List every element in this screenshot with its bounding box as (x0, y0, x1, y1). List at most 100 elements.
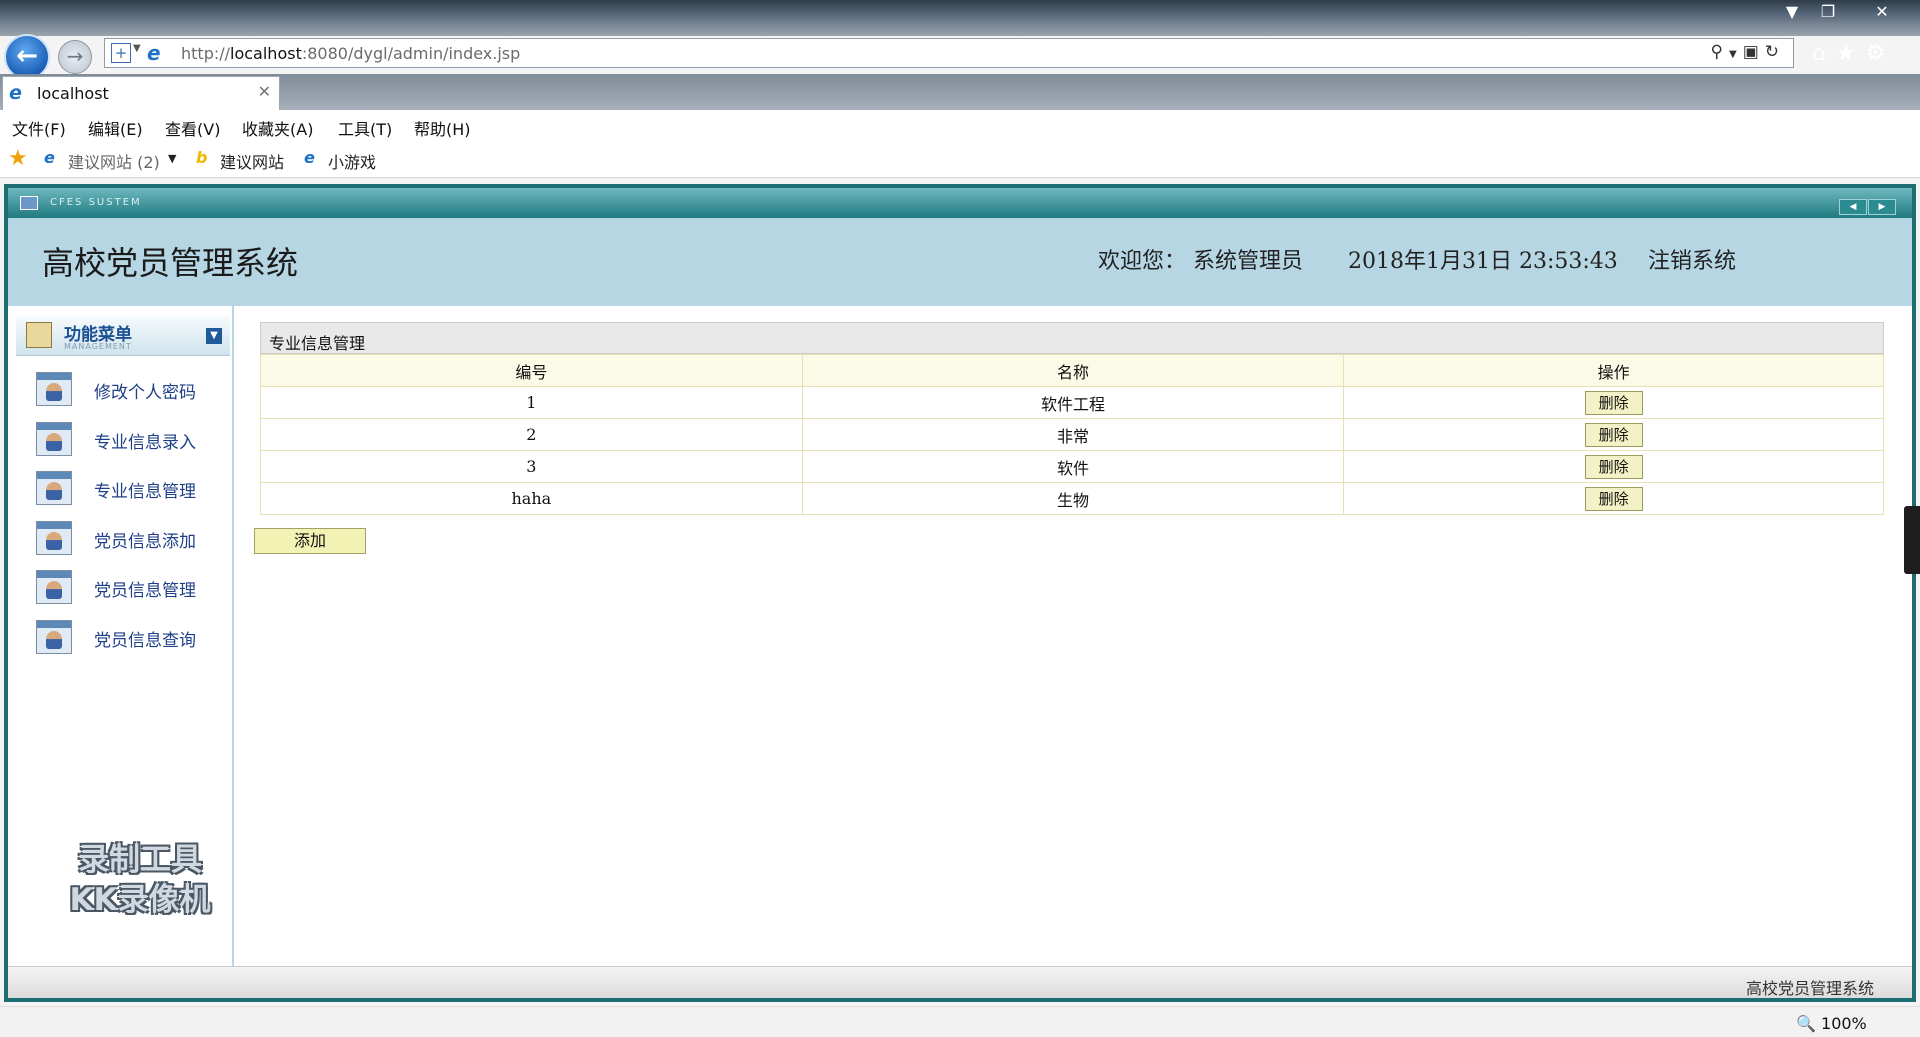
menu-view[interactable]: 查看(V) (165, 116, 220, 140)
app-footer: 高校党员管理系统 (8, 966, 1912, 998)
zoom-level[interactable]: 🔍 100% (1796, 1014, 1867, 1033)
suggested-sites-link[interactable]: 建议网站 (220, 149, 284, 173)
menu-tools[interactable]: 工具(T) (338, 116, 392, 140)
address-tools: ⚲▼▣↻ (1711, 42, 1785, 62)
footer-text: 高校党员管理系统 (1745, 979, 1874, 998)
arrow-right-icon: → (66, 44, 84, 68)
menu-bar: 文件(F) 编辑(E) 查看(V) 收藏夹(A) 工具(T) 帮助(H) (0, 110, 1920, 140)
compat-view-icon[interactable]: ▣ (1743, 42, 1765, 62)
chevron-down-icon[interactable]: ▼ (168, 152, 176, 165)
user-card-icon (36, 471, 72, 505)
sidebar-item-member-management[interactable]: 党员信息管理 (36, 568, 226, 608)
user-card-icon (36, 620, 72, 654)
recorder-watermark: 录制工具 KK录像机 (40, 840, 240, 920)
sidebar-item-label: 党员信息管理 (94, 581, 196, 601)
current-datetime: 2018年1月31日 23:53:43 (1348, 249, 1618, 274)
table-row: 1 软件工程 删除 (260, 386, 1884, 419)
sidebar-item-label: 党员信息查询 (94, 631, 196, 651)
sidebar-item-label: 专业信息管理 (94, 482, 196, 502)
menu-file[interactable]: 文件(F) (12, 116, 66, 140)
user-card-icon (36, 422, 72, 456)
user-card-icon (36, 570, 72, 604)
app-frame: CFES SUSTEM ◀ ▶ 高校党员管理系统 欢迎您： 系统管理员 2018年… (4, 184, 1916, 1002)
delete-button[interactable]: 删除 (1584, 390, 1643, 415)
delete-button[interactable]: 删除 (1584, 486, 1643, 511)
sidebar-item-member-query[interactable]: 党员信息查询 (36, 618, 226, 658)
cell-id: haha (260, 482, 803, 515)
cell-action: 删除 (1343, 450, 1884, 483)
mini-games-link[interactable]: 小游戏 (328, 149, 376, 173)
sidebar-item-member-add[interactable]: 党员信息添加 (36, 519, 226, 559)
delete-button[interactable]: 删除 (1584, 454, 1643, 479)
major-table: 编号 名称 操作 1 软件工程 删除 2 非常 删除 3 软件 删除 haha … (260, 354, 1884, 515)
panel-header: 专业信息管理 (260, 322, 1884, 354)
search-icon[interactable]: ⚲ (1711, 42, 1729, 62)
logout-link[interactable]: 注销系统 (1648, 243, 1736, 275)
cell-name: 软件工程 (801, 386, 1345, 419)
chevron-down-icon[interactable]: ▼ (1729, 49, 1743, 60)
sidebar-item-label: 修改个人密码 (94, 383, 196, 403)
delete-button[interactable]: 删除 (1584, 422, 1643, 447)
restore-button[interactable]: ❐ (1808, 2, 1848, 22)
cell-action: 删除 (1343, 418, 1884, 451)
bing-icon: b (196, 148, 208, 167)
close-window-button[interactable]: ✕ (1862, 2, 1902, 22)
column-header-action: 操作 (1343, 354, 1884, 387)
sidebar-item-major-management[interactable]: 专业信息管理 (36, 469, 226, 509)
ie-page-icon: e (304, 148, 315, 167)
zoom-icon: 🔍 (1796, 1014, 1816, 1033)
ie-page-icon: e (147, 41, 161, 65)
minimize-button[interactable]: ▼ (1772, 2, 1812, 22)
tab-title: localhost (37, 84, 109, 103)
cell-id: 2 (260, 418, 803, 451)
address-bar[interactable]: + ▼ e http://localhost:8080/dygl/admin/i… (104, 38, 1794, 68)
favorites-bar: ★ e 建议网站 (2) ▼ b 建议网站 e 小游戏 (0, 140, 1920, 178)
system-title: 高校党员管理系统 (42, 244, 299, 282)
monitor-icon (20, 196, 38, 210)
url-text[interactable]: http://localhost:8080/dygl/admin/index.j… (181, 44, 520, 63)
side-scroll-handle[interactable] (1904, 506, 1920, 574)
favorites-star-icon[interactable]: ★ (1836, 41, 1866, 66)
forward-button[interactable]: → (58, 40, 92, 74)
table-row: haha 生物 删除 (260, 482, 1884, 515)
cell-name: 非常 (801, 418, 1345, 451)
user-card-icon (36, 372, 72, 406)
cell-name: 生物 (801, 482, 1345, 515)
sidebar-item-major-entry[interactable]: 专业信息录入 (36, 420, 226, 460)
panel-title: 专业信息管理 (269, 334, 366, 353)
arrow-left-icon: ← (16, 41, 38, 71)
arrow-left-icon[interactable]: ◀ (1839, 199, 1867, 215)
menu-favorites[interactable]: 收藏夹(A) (242, 116, 313, 140)
gear-icon[interactable]: ⚙ (1866, 41, 1896, 66)
close-tab-icon[interactable]: ✕ (258, 82, 271, 101)
frame-arrows: ◀ ▶ (1838, 194, 1898, 215)
refresh-icon[interactable]: ↻ (1765, 42, 1785, 62)
menu-edit[interactable]: 编辑(E) (88, 116, 143, 140)
suggested-sites-dropdown[interactable]: 建议网站 (2) (68, 149, 160, 173)
collapse-icon[interactable]: ▼ (206, 328, 222, 344)
home-icon[interactable]: ⌂ (1812, 41, 1836, 66)
sidebar-item-change-password[interactable]: 修改个人密码 (36, 370, 226, 410)
ie-page-icon: e (44, 148, 55, 167)
table-row: 2 非常 删除 (260, 418, 1884, 451)
sidebar-item-label: 党员信息添加 (94, 532, 196, 552)
compatibility-icon[interactable]: + (111, 43, 131, 63)
main-content: 专业信息管理 编号 名称 操作 1 软件工程 删除 2 非常 删除 3 软件 删… (236, 306, 1912, 966)
cell-action: 删除 (1343, 386, 1884, 419)
table-header-row: 编号 名称 操作 (260, 354, 1884, 387)
chevron-down-icon[interactable]: ▼ (133, 43, 141, 54)
cell-action: 删除 (1343, 482, 1884, 515)
favorites-star-icon[interactable]: ★ (8, 146, 28, 171)
cell-id: 1 (260, 386, 803, 419)
cell-name: 软件 (801, 450, 1345, 483)
watermark-line: KK录像机 (69, 882, 211, 918)
sidebar-subtitle: MANAGEMENT (64, 342, 132, 351)
menu-help[interactable]: 帮助(H) (414, 116, 471, 140)
add-button[interactable]: 添加 (254, 528, 366, 554)
browser-tab[interactable]: e localhost ✕ (2, 76, 280, 110)
cell-id: 3 (260, 450, 803, 483)
welcome-text: 欢迎您： 系统管理员 (1098, 249, 1303, 274)
column-header-name: 名称 (801, 354, 1345, 387)
column-header-id: 编号 (260, 354, 803, 387)
arrow-right-icon[interactable]: ▶ (1868, 199, 1896, 215)
